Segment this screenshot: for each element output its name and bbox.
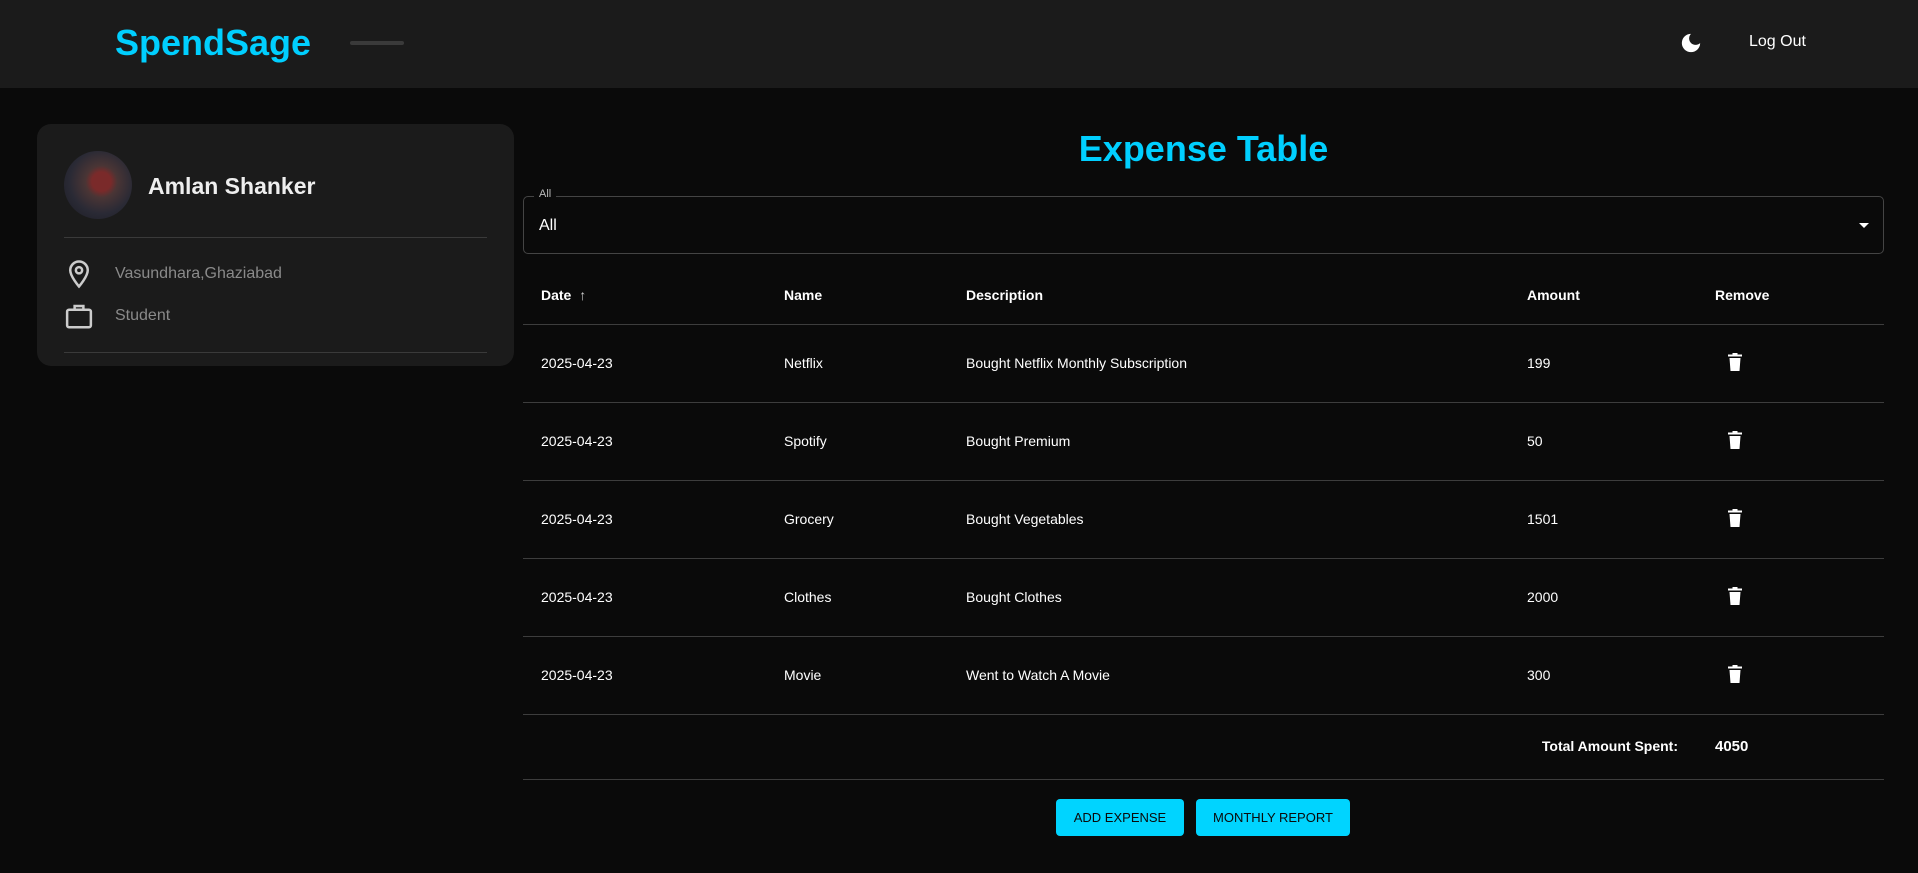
sort-arrow-up-icon: ↑: [579, 287, 587, 303]
cell-amount: 199: [1527, 355, 1551, 371]
cell-date: 2025-04-23: [541, 667, 613, 683]
dropdown-arrow-icon: [1859, 223, 1869, 228]
cell-name: Movie: [784, 667, 822, 683]
total-label: Total Amount Spent:: [1541, 738, 1678, 754]
cell-amount: 300: [1527, 667, 1551, 683]
cell-date: 2025-04-23: [541, 355, 613, 371]
total-value: 4050: [1715, 738, 1749, 755]
row-divider: [523, 714, 1884, 715]
column-header-amount: Amount: [1527, 287, 1580, 303]
column-header-name: Name: [784, 287, 823, 303]
nav-divider: [350, 41, 404, 45]
cell-amount: 50: [1527, 433, 1543, 449]
cell-amount: 1501: [1527, 511, 1559, 527]
cell-description: Went to Watch A Movie: [966, 667, 1110, 683]
location-pin-icon: [68, 260, 90, 289]
row-divider: [523, 480, 1884, 481]
table-divider: [523, 779, 1884, 780]
cell-name: Spotify: [784, 433, 827, 449]
cell-description: Bought Netflix Monthly Subscription: [966, 355, 1187, 371]
divider: [64, 352, 487, 353]
cell-description: Bought Premium: [966, 433, 1071, 449]
trash-icon[interactable]: [1728, 665, 1742, 683]
moon-icon[interactable]: [1680, 32, 1702, 54]
logout-button[interactable]: Log Out: [1749, 33, 1806, 51]
trash-icon[interactable]: [1728, 353, 1742, 371]
top-navbar: SpendSage Log Out: [0, 0, 1918, 88]
filter-value: All: [539, 217, 557, 234]
page-title: Expense Table: [1078, 128, 1329, 169]
avatar: [64, 151, 132, 219]
trash-icon[interactable]: [1728, 431, 1742, 449]
trash-icon[interactable]: [1728, 587, 1742, 605]
row-divider: [523, 636, 1884, 637]
column-header-remove: Remove: [1715, 287, 1770, 303]
divider: [64, 237, 487, 238]
trash-icon[interactable]: [1728, 509, 1742, 527]
column-header-label: Date: [541, 287, 572, 303]
cell-description: Bought Clothes: [966, 589, 1062, 605]
filter-label: All: [534, 188, 557, 200]
cell-name: Netflix: [784, 355, 823, 371]
profile-card: Amlan Shanker Vasundhara,Ghaziabad Stude…: [37, 124, 514, 366]
row-divider: [523, 402, 1884, 403]
add-expense-button[interactable]: Add Expense: [1056, 799, 1184, 836]
column-header-date[interactable]: Date ↑: [541, 287, 586, 303]
row-divider: [523, 558, 1884, 559]
profile-location: Vasundhara,Ghaziabad: [115, 265, 282, 282]
category-filter-select[interactable]: All All: [523, 188, 1884, 254]
monthly-report-button[interactable]: Monthly Report: [1196, 799, 1350, 836]
cell-description: Bought Vegetables: [966, 511, 1084, 527]
app-logo[interactable]: SpendSage: [115, 22, 311, 64]
cell-date: 2025-04-23: [541, 589, 613, 605]
cell-amount: 2000: [1527, 589, 1559, 605]
cell-name: Grocery: [784, 511, 834, 527]
table-divider: [523, 324, 1884, 325]
cell-name: Clothes: [784, 589, 832, 605]
profile-occupation: Student: [115, 307, 171, 324]
column-header-description: Description: [966, 287, 1044, 303]
cell-date: 2025-04-23: [541, 433, 613, 449]
profile-name: Amlan Shanker: [148, 173, 316, 199]
briefcase-icon: [65, 304, 93, 329]
cell-date: 2025-04-23: [541, 511, 613, 527]
